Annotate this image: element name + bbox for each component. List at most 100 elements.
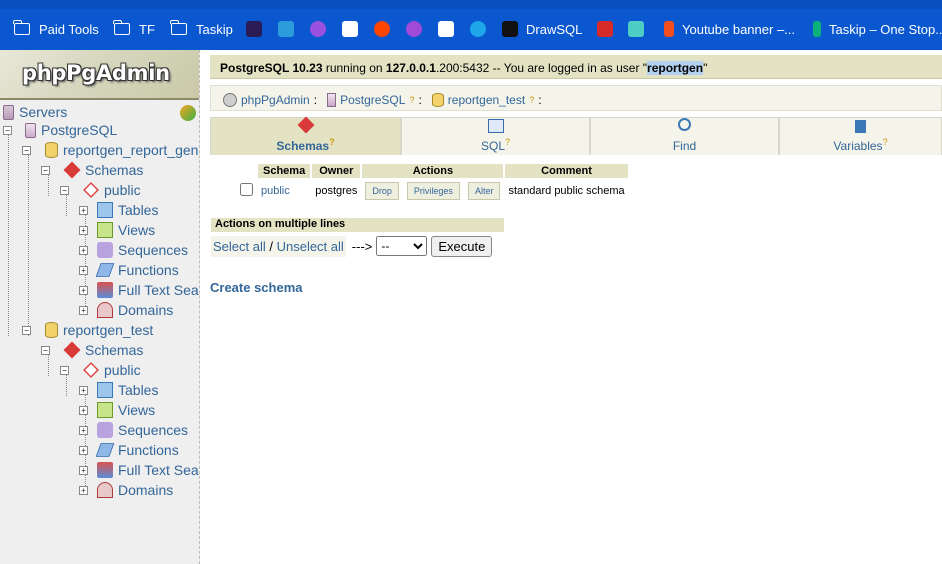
tree-tables[interactable]: + Tables <box>79 380 158 400</box>
tree-functions[interactable]: + Functions <box>79 260 179 280</box>
column-header-actions: Actions <box>362 164 504 178</box>
bookmark-terminal[interactable] <box>246 18 270 40</box>
refresh-button[interactable] <box>180 103 199 123</box>
bookmark-app-2[interactable] <box>438 18 462 40</box>
expand-icon: + <box>79 485 88 495</box>
tree-domains[interactable]: + Domains <box>79 480 173 500</box>
create-schema-link[interactable]: Create schema <box>210 280 303 295</box>
database-icon <box>431 93 444 107</box>
collapse-icon: − <box>22 145 31 155</box>
app-icon <box>628 21 644 37</box>
breadcrumb-app[interactable]: phpPgAdmin <box>241 93 310 107</box>
app-icon <box>342 21 358 37</box>
bookmark-messenger[interactable] <box>406 18 430 40</box>
tree-servers[interactable]: Servers <box>3 102 67 122</box>
expand-icon: + <box>79 305 88 315</box>
tree-views[interactable]: + Views <box>79 400 155 420</box>
tab-strip <box>0 0 942 9</box>
database-icon <box>45 322 58 338</box>
bookmark-app-4[interactable] <box>597 18 621 40</box>
bookmark-chat[interactable] <box>278 18 302 40</box>
app-icon <box>438 21 454 37</box>
expand-icon: + <box>79 405 88 415</box>
tab-find[interactable]: Find <box>590 117 779 155</box>
sql-icon <box>487 119 504 133</box>
bookmark-app[interactable] <box>342 18 366 40</box>
tree-views[interactable]: + Views <box>79 220 155 240</box>
tab-schemas[interactable]: Schemas? <box>210 116 401 155</box>
alter-button[interactable]: Alter <box>467 182 501 200</box>
bookmark-taskip[interactable]: Taskip <box>170 18 233 40</box>
phppgadmin-logo[interactable]: phpPgAdmin <box>0 50 199 100</box>
bookmark-taskip-one-stop[interactable]: Taskip – One Stop... <box>813 18 942 40</box>
tree-database-reportgen-test[interactable]: − reportgen_test <box>22 320 153 340</box>
bookmark-reddit[interactable] <box>374 18 398 40</box>
unselect-all-link[interactable]: Unselect all <box>277 239 344 254</box>
select-all-link[interactable]: Select all <box>213 239 266 254</box>
server-info-bar: PostgreSQL 10.23 running on 127.0.0.1.20… <box>210 55 942 79</box>
taskip-icon <box>813 21 821 37</box>
breadcrumb-database[interactable]: reportgen_test <box>448 93 525 107</box>
collapse-icon: − <box>3 125 12 135</box>
tree-tables[interactable]: + Tables <box>79 200 158 220</box>
messenger-icon <box>406 21 422 37</box>
breadcrumb-server[interactable]: PostgreSQL <box>340 93 405 107</box>
sequences-icon <box>97 242 113 258</box>
tree-line <box>28 154 29 336</box>
tree-database-reportgen-report-genix[interactable]: − reportgen_report_genix <box>22 140 199 160</box>
tree-functions[interactable]: + Functions <box>79 440 179 460</box>
full-text-search-icon <box>97 462 113 478</box>
tree-full-text-search[interactable]: + Full Text Search <box>79 280 199 300</box>
x-icon <box>310 21 326 37</box>
schemas-table: Schema Owner Actions Comment public post… <box>235 162 630 204</box>
privileges-button[interactable]: Privileges <box>406 182 460 200</box>
server-icon <box>25 122 36 138</box>
expand-icon: + <box>79 205 88 215</box>
tree-postgresql[interactable]: − PostgreSQL <box>3 120 117 140</box>
bookmark-paid-tools[interactable]: Paid Tools <box>13 18 99 40</box>
tables-icon <box>97 382 113 398</box>
column-header-schema: Schema <box>258 164 311 178</box>
sequences-icon <box>97 422 113 438</box>
expand-icon: + <box>79 385 88 395</box>
multi-actions-row: Select all / Unselect all ---> -- Execut… <box>211 234 504 258</box>
app-icon <box>470 21 486 37</box>
tree-schema-public[interactable]: − public <box>60 180 141 200</box>
tab-bar: Schemas? SQL? Find Variables? <box>210 116 942 155</box>
functions-icon <box>95 263 115 277</box>
bookmark-app-5[interactable] <box>628 18 652 40</box>
schemas-icon <box>297 116 314 134</box>
tree-schemas[interactable]: − Schemas <box>41 340 143 360</box>
bookmark-drawsql[interactable]: DrawSQL <box>502 18 582 40</box>
tree-domains[interactable]: + Domains <box>79 300 173 320</box>
bookmark-x[interactable] <box>310 18 334 40</box>
expand-icon: + <box>79 465 88 475</box>
tree-sequences[interactable]: + Sequences <box>79 240 188 260</box>
action-select[interactable]: -- <box>376 236 428 256</box>
tab-variables[interactable]: Variables? <box>779 117 942 155</box>
schemas-icon <box>63 161 81 179</box>
folder-icon <box>170 20 187 35</box>
owner-cell: postgres <box>315 185 358 197</box>
execute-button[interactable]: Execute <box>431 235 493 257</box>
collapse-icon: − <box>60 365 69 375</box>
bookmark-youtube-banner[interactable]: Youtube banner –... <box>664 18 795 40</box>
tab-sql[interactable]: SQL? <box>401 117 590 155</box>
variables-icon <box>855 120 866 133</box>
tree-full-text-search[interactable]: + Full Text Search <box>79 460 199 480</box>
schemas-icon <box>63 341 81 359</box>
drawsql-icon <box>502 21 518 37</box>
schema-link[interactable]: public <box>258 180 310 202</box>
bookmark-app-3[interactable] <box>470 18 494 40</box>
tree-schema-public[interactable]: − public <box>60 360 141 380</box>
tree-sequences[interactable]: + Sequences <box>79 420 188 440</box>
functions-icon <box>95 443 115 457</box>
terminal-icon <box>246 21 262 37</box>
tree-schemas[interactable]: − Schemas <box>41 160 143 180</box>
row-checkbox[interactable] <box>240 183 253 196</box>
drop-button[interactable]: Drop <box>365 182 399 200</box>
expand-icon: + <box>79 425 88 435</box>
full-text-search-icon <box>97 282 113 298</box>
views-icon <box>97 222 113 238</box>
bookmark-tf[interactable]: TF <box>113 18 155 40</box>
